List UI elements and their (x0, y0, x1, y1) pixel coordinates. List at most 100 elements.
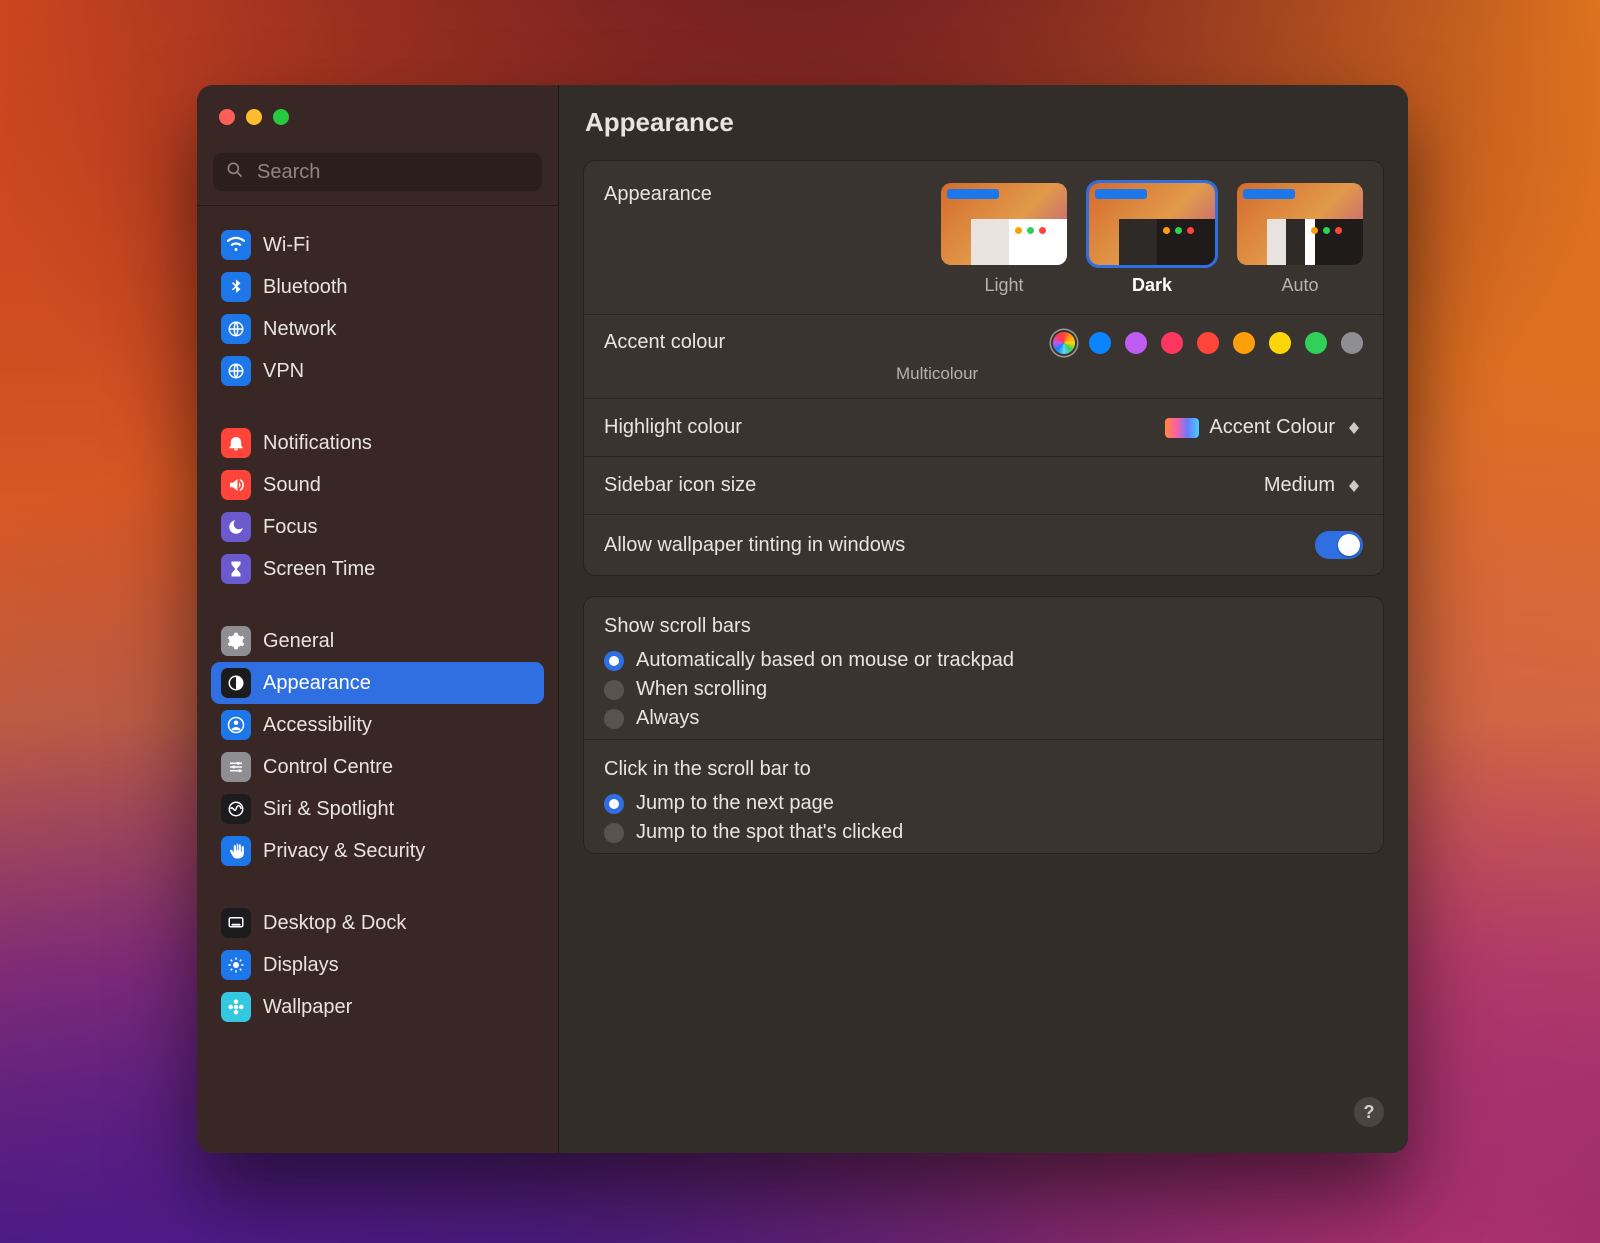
theme-caption: Dark (1089, 275, 1215, 296)
scrollbars-option-auto[interactable]: Automatically based on mouse or trackpad (604, 646, 1363, 675)
radio-indicator (604, 794, 624, 814)
sidebar-item-label: Control Centre (263, 756, 393, 779)
minimize-button[interactable] (246, 109, 262, 125)
sidebar-item-sound[interactable]: Sound (211, 464, 544, 506)
accent-green[interactable] (1305, 332, 1327, 354)
accent-multicolour[interactable] (1053, 332, 1075, 354)
sidebar-item-bluetooth[interactable]: Bluetooth (211, 266, 544, 308)
sidebar-item-label: Focus (263, 516, 317, 539)
highlight-select[interactable]: Accent Colour (1165, 416, 1363, 439)
wifi-icon (221, 230, 251, 260)
scrollbars-group: Show scroll bars Automatically based on … (584, 597, 1383, 739)
stepper-icon (1345, 417, 1363, 439)
sidebar-item-screentime[interactable]: Screen Time (211, 548, 544, 590)
contrast-icon (221, 668, 251, 698)
sidebar-item-label: General (263, 630, 334, 653)
theme-option-light[interactable]: Light (941, 183, 1067, 296)
page-title: Appearance (585, 107, 1384, 138)
sidebar-list[interactable]: Wi-Fi BluetoothNetwork VPN Notifications Sou… (197, 205, 558, 1153)
accent-graphite[interactable] (1341, 332, 1363, 354)
accent-row: Accent colour Multicolour (584, 314, 1383, 398)
radio-indicator (604, 651, 624, 671)
scrollbars-option-always[interactable]: Always (604, 704, 1363, 733)
theme-caption: Light (941, 275, 1067, 296)
accent-blue[interactable] (1089, 332, 1111, 354)
sun-icon (221, 950, 251, 980)
help-button[interactable]: ? (1354, 1097, 1384, 1127)
radio-label: Jump to the next page (636, 792, 834, 815)
dock-icon (221, 908, 251, 938)
theme-option-dark[interactable]: Dark (1089, 183, 1215, 296)
click-scroll-option-spot[interactable]: Jump to the spot that's clicked (604, 818, 1363, 847)
sidebar-item-wallpaper[interactable]: Wallpaper (211, 986, 544, 1028)
scrollbars-title: Show scroll bars (604, 615, 1363, 638)
accent-pink[interactable] (1161, 332, 1183, 354)
accent-red[interactable] (1197, 332, 1219, 354)
sidebar-item-label: Notifications (263, 432, 372, 455)
theme-option-auto[interactable]: Auto (1237, 183, 1363, 296)
sidebar-item-appearance[interactable]: Appearance (211, 662, 544, 704)
sidebar-item-displays[interactable]: Displays (211, 944, 544, 986)
highlight-value: Accent Colour (1209, 416, 1335, 439)
moon-icon (221, 512, 251, 542)
sidebar-item-general[interactable]: General (211, 620, 544, 662)
desktop-background: Wi-Fi BluetoothNetwork VPN Notifications Sou… (0, 0, 1600, 1243)
scrollbars-option-scroll[interactable]: When scrolling (604, 675, 1363, 704)
search-field[interactable] (213, 153, 542, 191)
sidebar-item-network[interactable]: Network (211, 308, 544, 350)
sidebar-item-desktopdock[interactable]: Desktop & Dock (211, 902, 544, 944)
sidebar-item-label: Appearance (263, 672, 371, 695)
theme-thumb-auto (1237, 183, 1363, 265)
sliders-icon (221, 752, 251, 782)
sidebar-icon-size-label: Sidebar icon size (604, 474, 756, 497)
accent-purple[interactable] (1125, 332, 1147, 354)
sidebar-icon-size-value: Medium (1264, 474, 1335, 497)
radio-label: Always (636, 707, 699, 730)
close-button[interactable] (219, 109, 235, 125)
stepper-icon (1345, 475, 1363, 497)
sidebar-item-label: Displays (263, 954, 339, 977)
globe-icon (221, 356, 251, 386)
radio-label: Automatically based on mouse or trackpad (636, 649, 1014, 672)
appearance-row: Appearance LightDarkAuto (584, 161, 1383, 314)
sidebar-item-label: Accessibility (263, 714, 372, 737)
click-scroll-option-page[interactable]: Jump to the next page (604, 789, 1363, 818)
sidebar-item-accessibility[interactable]: Accessibility (211, 704, 544, 746)
click-scroll-title: Click in the scroll bar to (604, 758, 1363, 781)
tinting-row: Allow wallpaper tinting in windows (584, 514, 1383, 575)
flower-icon (221, 992, 251, 1022)
person-icon (221, 710, 251, 740)
sidebar-item-privacy[interactable]: Privacy & Security (211, 830, 544, 872)
accent-orange[interactable] (1233, 332, 1255, 354)
accent-caption: Multicolour (604, 364, 1363, 384)
sidebar-icon-size-select[interactable]: Medium (1264, 474, 1363, 497)
theme-thumb-dark (1089, 183, 1215, 265)
gear-icon (221, 626, 251, 656)
theme-thumb-light (941, 183, 1067, 265)
radio-indicator (604, 709, 624, 729)
search-input[interactable] (255, 160, 530, 185)
sidebar-item-label: Sound (263, 474, 321, 497)
fullscreen-button[interactable] (273, 109, 289, 125)
highlight-swatch-icon (1165, 418, 1199, 438)
content-pane: Appearance Appearance LightDarkAuto Acce… (559, 85, 1408, 1153)
theme-caption: Auto (1237, 275, 1363, 296)
sidebar-item-label: Screen Time (263, 558, 375, 581)
tinting-label: Allow wallpaper tinting in windows (604, 534, 905, 557)
radio-indicator (604, 823, 624, 843)
scrollbars-panel: Show scroll bars Automatically based on … (583, 596, 1384, 854)
sidebar-item-siri[interactable]: Siri & Spotlight (211, 788, 544, 830)
sidebar-item-controlcentre[interactable]: Control Centre (211, 746, 544, 788)
sidebar-item-notifications[interactable]: Notifications (211, 422, 544, 464)
click-scroll-group: Click in the scroll bar to Jump to the n… (584, 739, 1383, 853)
sidebar-item-focus[interactable]: Focus (211, 506, 544, 548)
tinting-toggle[interactable] (1315, 531, 1363, 559)
sidebar-item-label: Wi-Fi (263, 234, 310, 257)
appearance-panel: Appearance LightDarkAuto Accent colour M… (583, 160, 1384, 576)
sidebar-item-wifi[interactable]: Wi-Fi (211, 224, 544, 266)
sidebar-item-vpn[interactable]: VPN (211, 350, 544, 392)
accent-yellow[interactable] (1269, 332, 1291, 354)
sidebar-item-label: VPN (263, 360, 304, 383)
sidebar: Wi-Fi BluetoothNetwork VPN Notifications Sou… (197, 85, 559, 1153)
highlight-row: Highlight colour Accent Colour (584, 398, 1383, 456)
